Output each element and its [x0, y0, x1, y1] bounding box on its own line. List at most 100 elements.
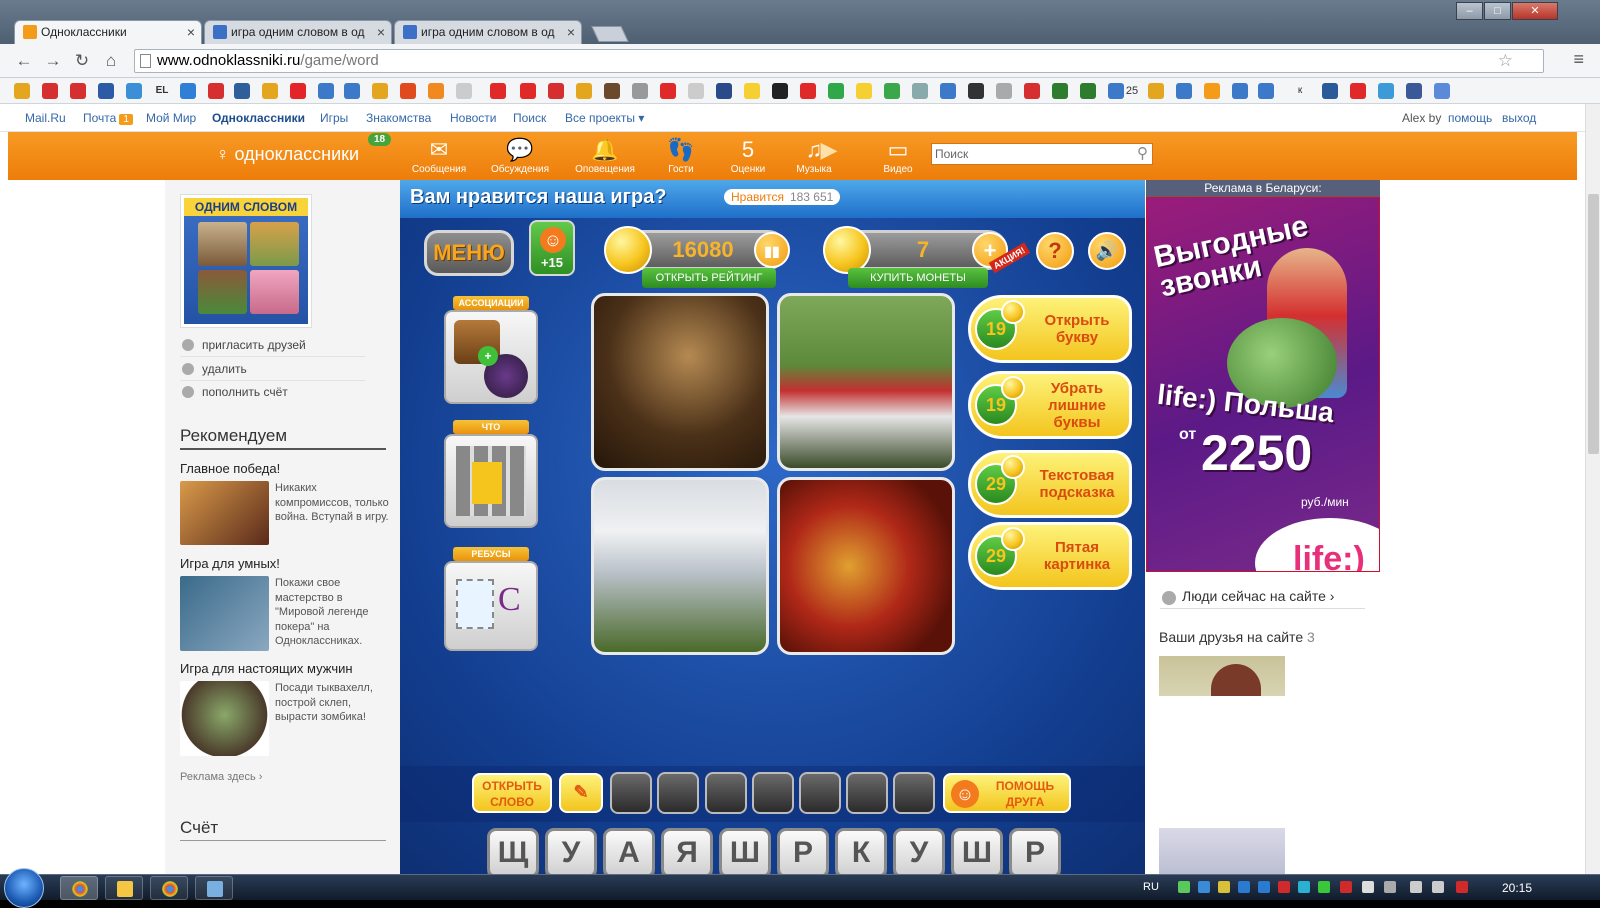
bookmark-icon[interactable]	[262, 83, 278, 99]
top-up-link[interactable]: пополнить счёт	[180, 381, 365, 404]
close-window-button[interactable]: ✕	[1512, 2, 1558, 20]
tab-odnoklassniki[interactable]: Одноклассники ×	[14, 20, 202, 44]
ok-search-input[interactable]: Поиск ⚲	[931, 143, 1153, 165]
hint-open-letter-button[interactable]: 19 Открыть букву	[968, 295, 1132, 363]
letter-key[interactable]: Ш	[951, 828, 1003, 874]
open-word-button[interactable]: ОТКРЫТЬ СЛОВО	[472, 773, 552, 813]
rec-title[interactable]: Игра для умных!	[180, 556, 280, 571]
search-icon[interactable]: ⚲	[1137, 144, 1148, 162]
smiley-icon[interactable]	[856, 83, 872, 99]
bookmark-icon[interactable]	[42, 83, 58, 99]
youtube-icon[interactable]	[520, 83, 536, 99]
back-icon[interactable]: ←	[14, 51, 34, 71]
nav-discussions[interactable]: 💬 Обсуждения	[485, 136, 555, 175]
bookmark-icon[interactable]	[800, 83, 816, 99]
bookmark-icon[interactable]	[344, 83, 360, 99]
rating-chart-icon[interactable]: ▮▮	[754, 232, 790, 268]
link-games[interactable]: Игры	[320, 111, 348, 125]
link-help[interactable]: помощь	[1448, 111, 1492, 125]
bookmark-icon[interactable]	[290, 83, 306, 99]
letter-key[interactable]: А	[603, 828, 655, 874]
maximize-button[interactable]: □	[1484, 2, 1511, 20]
bookmark-icon[interactable]	[1108, 83, 1124, 99]
rec-image-poker[interactable]	[180, 576, 269, 651]
reload-icon[interactable]: ↻	[72, 51, 92, 71]
facebook-icon[interactable]	[1406, 83, 1422, 99]
nav-notifications[interactable]: 🔔 Оповещения	[570, 136, 640, 175]
friend-avatar[interactable]	[1159, 656, 1285, 820]
hint-text-button[interactable]: 29 Текстовая подсказка	[968, 450, 1132, 518]
rec-title[interactable]: Главное победа!	[180, 461, 280, 476]
bookmark-icon[interactable]	[98, 83, 114, 99]
tray-network-icon[interactable]	[1410, 881, 1422, 893]
bookmark-icon[interactable]	[716, 83, 732, 99]
bookmark-icon[interactable]	[1232, 83, 1248, 99]
bookmark-icon[interactable]	[604, 83, 620, 99]
tray-app-icon[interactable]	[1258, 881, 1270, 893]
tab-game-2[interactable]: игра одним словом в од ×	[394, 20, 582, 44]
people-online-link[interactable]: Люди сейчас на сайте ›	[1160, 588, 1365, 609]
nav-messages[interactable]: ✉ Сообщения	[404, 136, 474, 175]
bookmark-icon[interactable]	[968, 83, 984, 99]
answer-slot[interactable]	[893, 772, 935, 814]
letter-key[interactable]: У	[545, 828, 597, 874]
link-mail[interactable]: Почта 1	[83, 111, 133, 125]
link-my-world[interactable]: Мой Мир	[146, 111, 196, 125]
clock[interactable]: 20:15	[1502, 881, 1532, 895]
bookmark-icon[interactable]	[1322, 83, 1338, 99]
invite-friends-link[interactable]: пригласить друзей	[180, 334, 365, 357]
user-name[interactable]: Alex by	[1402, 111, 1441, 125]
minimize-button[interactable]: –	[1456, 2, 1483, 20]
answer-slot[interactable]	[610, 772, 652, 814]
like-button[interactable]: Нравится 183 651	[724, 189, 841, 205]
open-rating-button[interactable]: ОТКРЫТЬ РЕЙТИНГ	[642, 268, 776, 288]
bookmark-icon[interactable]	[1148, 83, 1164, 99]
ok-icon[interactable]	[1204, 83, 1220, 99]
friend-avatar[interactable]	[1159, 828, 1285, 874]
close-tab-icon[interactable]: ×	[377, 21, 385, 43]
associations-game-button[interactable]: +	[444, 310, 538, 404]
letter-key[interactable]: Щ	[487, 828, 539, 874]
sound-button[interactable]: 🔊	[1088, 232, 1126, 270]
rebus-game-button[interactable]: С	[444, 561, 538, 651]
tray-app-icon[interactable]	[1278, 881, 1290, 893]
scrollbar-thumb[interactable]	[1588, 194, 1599, 454]
tray-skype-icon[interactable]	[1198, 881, 1210, 893]
bookmark-el[interactable]: EL	[152, 83, 172, 99]
bookmark-icon[interactable]	[180, 83, 196, 99]
friend-help-button[interactable]: ☺ ПОМОЩЬ ДРУГА	[943, 773, 1071, 813]
bookmark-icon[interactable]	[456, 83, 472, 99]
bookmark-icon[interactable]	[548, 83, 564, 99]
bookmark-icon[interactable]	[1434, 83, 1450, 99]
menu-button[interactable]: МЕНЮ	[424, 230, 514, 276]
hint-fifth-picture-button[interactable]: 29 Пятая картинка	[968, 522, 1132, 590]
buy-coins-button[interactable]: КУПИТЬ МОНЕТЫ	[848, 268, 988, 288]
music-play-button[interactable]: ▶	[814, 136, 844, 164]
letter-key[interactable]: Я	[661, 828, 713, 874]
page-scrollbar[interactable]	[1585, 104, 1600, 874]
bookmark-icon[interactable]	[126, 83, 142, 99]
bookmark-icon[interactable]	[940, 83, 956, 99]
tray-volume-icon[interactable]	[1432, 881, 1444, 893]
taskbar-chrome[interactable]	[60, 876, 98, 900]
tray-app-icon[interactable]	[1318, 881, 1330, 893]
bookmark-icon[interactable]	[490, 83, 506, 99]
address-bar[interactable]: www.odnoklassniki.ru/game/word ☆	[134, 49, 1544, 73]
tray-app-icon[interactable]	[1456, 881, 1468, 893]
tab-game-1[interactable]: игра одним словом в од ×	[204, 20, 392, 44]
taskbar-explorer[interactable]	[105, 876, 143, 900]
rec-image-warrior[interactable]	[180, 481, 269, 545]
bookmark-icon[interactable]	[912, 83, 928, 99]
bookmark-icon[interactable]	[208, 83, 224, 99]
bookmark-icon[interactable]	[688, 83, 704, 99]
tray-app-icon[interactable]	[1340, 881, 1352, 893]
tray-app-icon[interactable]	[1384, 881, 1396, 893]
bookmark-icon[interactable]	[576, 83, 592, 99]
tray-app-icon[interactable]	[1238, 881, 1250, 893]
hidden-objects-game-button[interactable]	[444, 434, 538, 528]
bookmark-star-icon[interactable]: ☆	[1498, 50, 1513, 72]
bookmark-icon[interactable]	[660, 83, 676, 99]
link-search[interactable]: Поиск	[513, 111, 546, 125]
bookmark-icon[interactable]	[1080, 83, 1096, 99]
bookmark-icon[interactable]	[884, 83, 900, 99]
